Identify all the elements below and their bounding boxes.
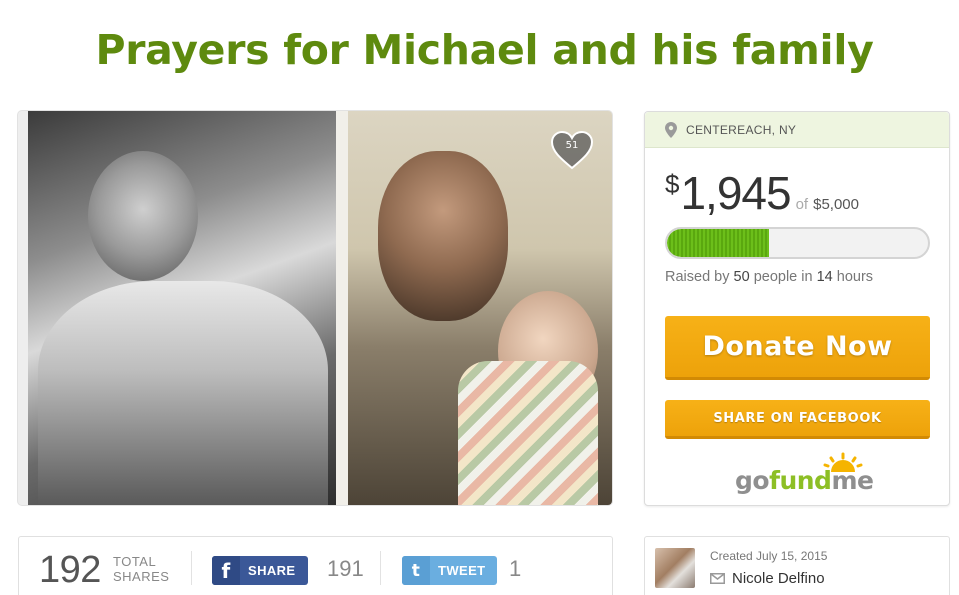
created-date: Created July 15, 2015 (710, 549, 828, 563)
photo-family-mother-children (28, 111, 336, 505)
tweet-button[interactable]: t TWEET (402, 556, 497, 585)
total-shares-count: 192 (39, 549, 101, 591)
progress-fill (667, 229, 769, 257)
creator-name: Nicole Delfino (732, 570, 825, 587)
logo-wordmark: gofundme (735, 466, 874, 495)
amount-raised: $ 1,945 of $5,000 (665, 166, 859, 220)
facebook-share-count: 191 (327, 556, 364, 581)
share-on-facebook-button[interactable]: SHARE ON FACEBOOK (665, 400, 930, 439)
currency-symbol: $ (665, 169, 680, 199)
raised-summary: Raised by 50 people in 14 hours (665, 269, 873, 285)
duration-value: 14 (816, 269, 833, 285)
donate-now-button[interactable]: Donate Now (665, 316, 930, 380)
facebook-share-label: SHARE (248, 563, 296, 578)
facebook-share-button[interactable]: f SHARE (212, 556, 308, 585)
goal-amount: $5,000 (813, 196, 859, 213)
mail-icon (710, 573, 725, 584)
donation-panel: CENTEREACH, NY $ 1,945 of $5,000 Raised … (644, 111, 950, 506)
divider (191, 551, 192, 585)
photo-baby-carrier (458, 361, 598, 505)
facebook-icon: f (212, 556, 240, 585)
avatar[interactable] (655, 548, 695, 588)
photo-divider (336, 111, 348, 505)
campaign-photo (18, 111, 612, 505)
like-count: 51 (565, 140, 579, 151)
people-label: people in (753, 269, 813, 285)
page-title: Prayers for Michael and his family (95, 26, 874, 74)
contact-creator-link[interactable]: Nicole Delfino (710, 570, 825, 587)
tweet-label: TWEET (438, 563, 486, 578)
location-bar: CENTEREACH, NY (645, 112, 949, 148)
twitter-icon: t (402, 556, 430, 585)
of-label: of (795, 196, 809, 213)
donor-count: 50 (733, 269, 750, 285)
raised-amount: 1,945 (680, 167, 791, 219)
duration-unit: hours (836, 269, 874, 285)
tweet-count: 1 (509, 556, 522, 581)
progress-bar (665, 227, 930, 259)
share-bar: 192 TOTAL SHARES f SHARE 191 t TWEET 1 (18, 536, 613, 595)
raised-prefix: Raised by (665, 269, 730, 285)
gofundme-logo[interactable]: gofundme (735, 452, 874, 495)
campaign-location: CENTEREACH, NY (686, 122, 797, 137)
creator-box: Created July 15, 2015 Nicole Delfino (644, 536, 950, 595)
total-shares-label: TOTAL SHARES (113, 554, 170, 584)
divider (380, 551, 381, 585)
location-pin-icon (665, 121, 677, 138)
